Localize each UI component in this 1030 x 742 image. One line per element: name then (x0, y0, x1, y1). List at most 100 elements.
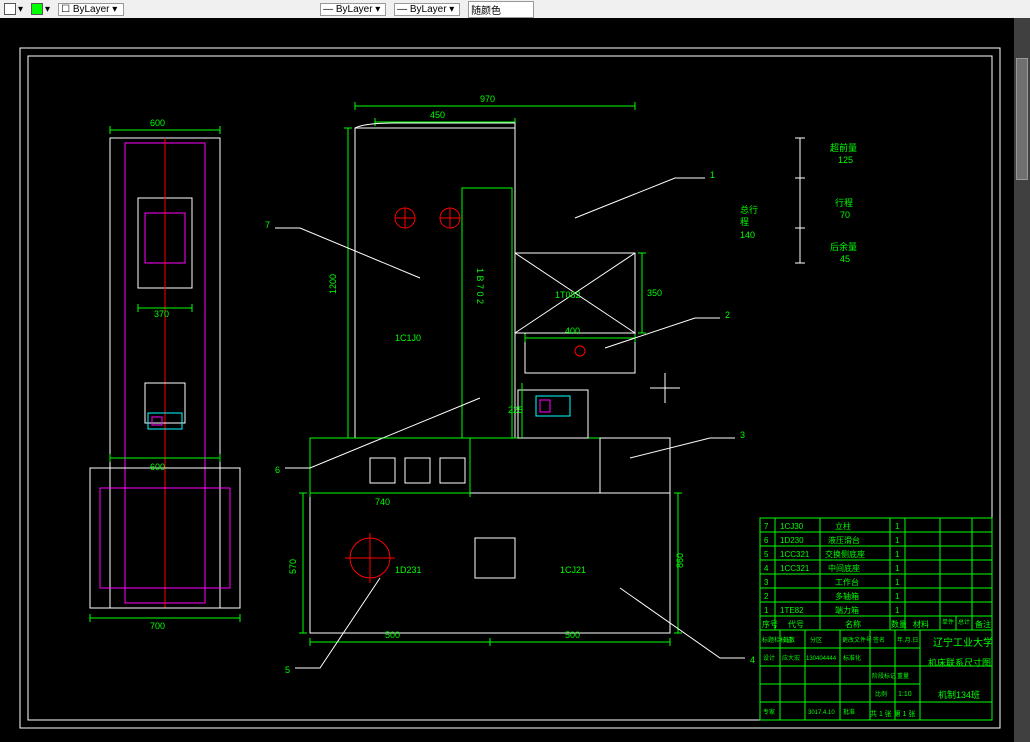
svg-text:1: 1 (895, 592, 900, 601)
svg-text:多轴箱: 多轴箱 (835, 591, 859, 601)
svg-text:分区: 分区 (810, 636, 822, 644)
svg-text:签名: 签名 (873, 636, 885, 644)
dim-500b: 500 (565, 630, 580, 640)
svg-text:液压滑台: 液压滑台 (828, 535, 860, 545)
parts-list: 7 1CJ30 立柱 1 6 1D230 液压滑台 1 5 1CC321 交换侧底座 1 4 1CC… (760, 518, 992, 630)
svg-text:130404444: 130404444 (806, 656, 837, 662)
scrollbar-thumb[interactable] (1016, 58, 1028, 180)
svg-text:1:10: 1:10 (898, 691, 912, 698)
svg-text:设计: 设计 (763, 654, 775, 662)
svg-text:交换侧底座: 交换侧底座 (825, 549, 865, 559)
svg-text:立柱: 立柱 (835, 521, 851, 531)
svg-text:阶段标记: 阶段标记 (872, 672, 896, 680)
svg-text:1D230: 1D230 (780, 536, 804, 545)
color-picker[interactable]: ▾ (4, 3, 23, 15)
svg-text:1: 1 (710, 170, 715, 180)
svg-text:4: 4 (764, 564, 769, 573)
svg-text:材料: 材料 (913, 619, 929, 629)
svg-text:45: 45 (840, 254, 850, 264)
svg-text:5: 5 (764, 550, 769, 559)
svg-text:1: 1 (895, 536, 900, 545)
cad-application: ▾ ▾ ☐ ByLayer ▾ — ByLayer ▾ — ByLayer ▾ … (0, 0, 1030, 742)
svg-text:125: 125 (838, 155, 853, 165)
svg-text:单件: 单件 (942, 618, 954, 626)
svg-text:6: 6 (764, 536, 769, 545)
svg-text:序号: 序号 (762, 619, 778, 629)
lineweight-dropdown[interactable]: — ByLayer ▾ (394, 3, 460, 16)
label-1CJ21: 1CJ21 (560, 565, 586, 575)
plotstyle-dropdown[interactable]: 随颜色 (468, 1, 534, 18)
dim-450: 450 (430, 110, 445, 120)
svg-text:批准: 批准 (843, 708, 855, 716)
drawing-canvas[interactable]: 600 370 700 600 (0, 18, 1030, 742)
svg-text:5: 5 (285, 665, 290, 675)
dim-970: 970 (480, 94, 495, 104)
svg-text:程: 程 (740, 217, 749, 227)
svg-text:7: 7 (764, 522, 769, 531)
vertical-scrollbar[interactable] (1014, 18, 1030, 742)
svg-text:140: 140 (740, 230, 755, 240)
side-view: 600 370 700 600 (90, 118, 240, 631)
svg-text:3: 3 (740, 430, 745, 440)
svg-text:1CC321: 1CC321 (780, 550, 810, 559)
svg-text:年.月.日: 年.月.日 (897, 636, 918, 644)
svg-text:代号: 代号 (788, 619, 804, 629)
svg-text:处数: 处数 (783, 636, 795, 644)
svg-text:7: 7 (265, 220, 270, 230)
svg-text:专家: 专家 (763, 708, 775, 716)
svg-text:标准化: 标准化 (843, 654, 861, 662)
svg-text:1: 1 (895, 522, 900, 531)
properties-toolbar: ▾ ▾ ☐ ByLayer ▾ — ByLayer ▾ — ByLayer ▾ … (0, 0, 1030, 19)
dim-740: 740 (375, 497, 390, 507)
svg-text:后余量: 后余量 (830, 241, 857, 252)
dim-400: 400 (565, 326, 580, 336)
svg-text:1: 1 (764, 606, 769, 615)
svg-text:1: 1 (895, 606, 900, 615)
svg-text:总行: 总行 (740, 204, 758, 215)
dim-500a: 500 (385, 630, 400, 640)
svg-text:中间底座: 中间底座 (828, 563, 860, 573)
stroke-diagram: 超前量 125 行程 70 总行 程 140 后余量 45 (740, 138, 857, 264)
dim-600m: 600 (150, 462, 165, 472)
svg-text:1CJ30: 1CJ30 (780, 522, 804, 531)
svg-text:辽宁工业大学: 辽宁工业大学 (933, 636, 993, 649)
svg-text:数量: 数量 (891, 619, 907, 629)
svg-text:1: 1 (895, 550, 900, 559)
svg-text:端力箱: 端力箱 (835, 605, 859, 615)
svg-text:4: 4 (750, 655, 755, 665)
dim-225: 225 (508, 405, 523, 415)
front-view: 970 450 1C1J0 1 B 7 0 2 (288, 94, 685, 646)
callouts: 1 2 3 4 5 6 7 (265, 170, 755, 675)
svg-text:总计: 总计 (958, 618, 970, 626)
svg-text:6: 6 (275, 465, 280, 475)
svg-text:机床联系尺寸图: 机床联系尺寸图 (928, 657, 991, 668)
svg-text:1CC321: 1CC321 (780, 564, 810, 573)
dim-570: 570 (288, 559, 298, 574)
svg-text:共 1 张 第 1 张: 共 1 张 第 1 张 (870, 709, 916, 718)
layer-dropdown[interactable]: ☐ ByLayer ▾ (58, 3, 124, 16)
svg-text:1TE82: 1TE82 (780, 606, 804, 615)
label-1c1j0: 1C1J0 (395, 333, 421, 343)
svg-text:应大宏: 应大宏 (782, 654, 800, 662)
svg-text:1: 1 (895, 578, 900, 587)
svg-text:3: 3 (764, 578, 769, 587)
svg-text:名称: 名称 (845, 619, 861, 629)
svg-text:备注: 备注 (975, 619, 991, 629)
svg-text:超前量: 超前量 (830, 142, 857, 153)
svg-text:2: 2 (764, 592, 769, 601)
dim-700: 700 (150, 621, 165, 631)
linetype-dropdown[interactable]: — ByLayer ▾ (320, 3, 386, 16)
dim-860: 860 (675, 553, 685, 568)
svg-text:比例: 比例 (875, 690, 887, 698)
svg-text:工作台: 工作台 (835, 577, 859, 587)
color-picker-2[interactable]: ▾ (31, 3, 50, 15)
dim-600-top: 600 (150, 118, 165, 128)
svg-text:更改文件号: 更改文件号 (842, 636, 872, 644)
label-1B702: 1 B 7 0 2 (475, 268, 485, 304)
label-1D231: 1D231 (395, 565, 422, 575)
svg-text:70: 70 (840, 210, 850, 220)
dim-370: 370 (154, 309, 169, 319)
svg-text:行程: 行程 (835, 197, 853, 208)
svg-text:机制134班: 机制134班 (938, 689, 980, 700)
svg-text:2: 2 (725, 310, 730, 320)
